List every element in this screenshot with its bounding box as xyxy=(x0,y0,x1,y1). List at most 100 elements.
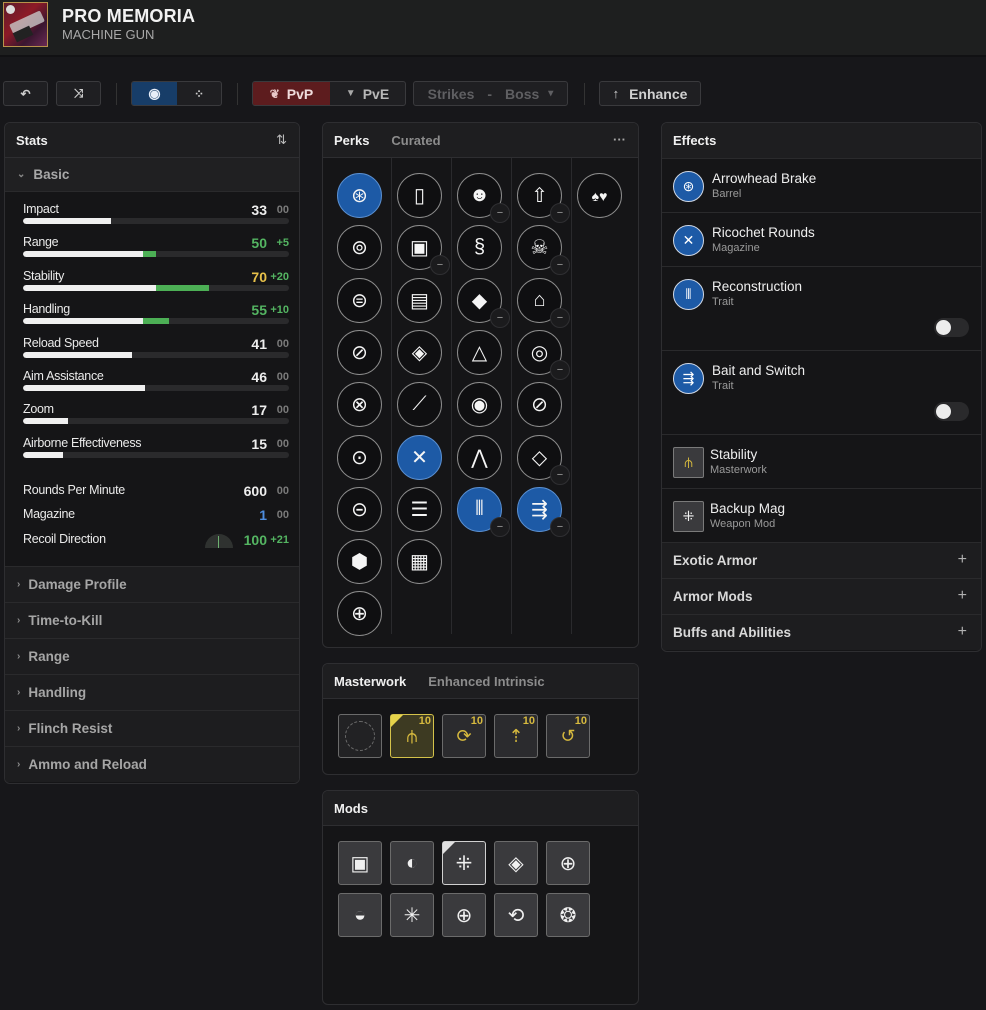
origin-trait-perk[interactable]: ♠♥ xyxy=(577,173,622,218)
view-grid-button[interactable]: ⁘ xyxy=(177,82,221,105)
barrel-perk[interactable]: ⊝ xyxy=(337,486,382,532)
barrel-perk[interactable]: ⊙ xyxy=(337,434,382,480)
mod-option[interactable]: ◒ xyxy=(338,893,382,937)
barrel-perk[interactable]: ⊗ xyxy=(337,382,382,428)
enhance-button[interactable]: ↑ Enhance xyxy=(599,81,701,106)
stat-value: 600 xyxy=(243,483,267,499)
masterwork-level: 10 xyxy=(470,715,483,727)
barrel-perk[interactable]: ⊕ xyxy=(337,591,382,637)
ricochet-rounds-icon: ✕ xyxy=(411,446,428,469)
trait-icon: ☠ xyxy=(530,237,549,260)
plus-icon[interactable]: + xyxy=(958,623,967,641)
arrowhead-brake-perk[interactable]: ⊛ xyxy=(337,173,382,218)
mod-option[interactable]: ⊕ xyxy=(442,893,486,937)
effects-section-buffs-and-abilities[interactable]: Buffs and Abilities + xyxy=(662,614,981,650)
mod-option[interactable]: ▣ xyxy=(338,841,382,885)
section-label: Time-to-Kill xyxy=(28,613,103,628)
trait-perk[interactable]: ◉ xyxy=(457,382,502,428)
plus-icon[interactable]: + xyxy=(958,551,967,569)
trait-perk[interactable]: △ xyxy=(457,329,502,375)
mod-option[interactable]: ◈ xyxy=(494,841,538,885)
mod-option[interactable]: ❂ xyxy=(546,893,590,937)
counterbalance-icon: ◐ xyxy=(405,851,419,874)
tab-enhanced-intrinsic[interactable]: Enhanced Intrinsic xyxy=(428,674,544,689)
stat-row: Magazine 1 00 xyxy=(23,507,289,525)
trait-icon: ⌂ xyxy=(533,288,546,311)
masterwork-option[interactable]: ↺ 10 xyxy=(546,714,590,758)
basic-section-toggle[interactable]: ⌄ Basic xyxy=(5,158,299,192)
perk-grid: ⊛ ⊚ ⊜ ⊘ ⊗ ⊙ ⊝ ⬢ ⊕ ▯ ▣ − ▤ ◈ ⟋ ✕ ☰ ▦ ☻ − § ◆ − △ ◉ ⋀ ⫴ − ⇧ − ☠ − ⌂ − ◎ − ⊘ ◇ − ⇶… xyxy=(323,123,638,647)
undo-button[interactable]: ↶ xyxy=(3,81,48,106)
sort-icon[interactable]: ⇅ xyxy=(276,132,287,148)
mod-option[interactable]: ⊕ xyxy=(546,841,590,885)
effect-row: ⇶ Bait and Switch Trait xyxy=(662,350,981,434)
remove-perk-button[interactable]: − xyxy=(490,307,510,328)
freehand-grip-icon: ◒ xyxy=(353,903,367,926)
activity-target: Boss xyxy=(505,85,540,102)
randomize-button[interactable]: ⤨ xyxy=(56,81,101,106)
remove-perk-button[interactable]: − xyxy=(550,255,570,276)
stat-name: Airborne Effectiveness xyxy=(23,435,142,450)
stat-section-flinch-resist[interactable]: › Flinch Resist xyxy=(5,710,299,746)
stat-name: Handling xyxy=(23,302,70,317)
magazine-perk[interactable]: ▤ xyxy=(397,277,442,323)
trait-perk[interactable]: ⊘ xyxy=(517,382,562,428)
barrel-perk[interactable]: ⊘ xyxy=(337,329,382,375)
masterwork-option[interactable]: ⫛ 10 xyxy=(390,714,434,758)
tab-masterwork[interactable]: Masterwork xyxy=(334,674,406,689)
pve-button[interactable]: ▼ PvE xyxy=(330,82,405,105)
reconstruction-icon: ⫴ xyxy=(673,279,704,310)
view-single-button[interactable]: ◉ xyxy=(132,82,177,105)
magazine-perk[interactable]: ▦ xyxy=(397,539,442,585)
pvp-button[interactable]: ❦ PvP xyxy=(253,82,330,105)
mod-option[interactable]: ✳ xyxy=(390,893,434,937)
remove-perk-button[interactable]: − xyxy=(490,203,510,223)
weapon-header: PRO MEMORIA MACHINE GUN xyxy=(0,0,986,57)
ricochet-rounds-perk[interactable]: ✕ xyxy=(397,434,442,480)
activity-separator: - xyxy=(487,85,493,102)
barrel-perk[interactable]: ⬢ xyxy=(337,539,382,585)
remove-perk-button[interactable]: − xyxy=(490,516,510,537)
masterwork-option[interactable]: ⟳ 10 xyxy=(442,714,486,758)
mod-option[interactable]: ⟲ xyxy=(494,893,538,937)
barrel-perk[interactable]: ⊜ xyxy=(337,277,382,323)
magazine-perk[interactable]: ☰ xyxy=(397,486,442,532)
stats-title: Stats xyxy=(16,132,48,148)
effect-toggle[interactable] xyxy=(934,402,969,421)
effect-glyph: ⊛ xyxy=(682,178,695,194)
mod-option[interactable]: ⁜ xyxy=(442,841,486,885)
magazine-perk[interactable]: ◈ xyxy=(397,329,442,375)
stat-row: Zoom 17 00 xyxy=(23,402,289,426)
remove-perk-button[interactable]: − xyxy=(550,464,570,485)
remove-perk-button[interactable]: − xyxy=(550,203,570,223)
trait-perk[interactable]: ⋀ xyxy=(457,434,502,480)
remove-perk-button[interactable]: − xyxy=(430,255,450,276)
stat-section-damage-profile[interactable]: › Damage Profile xyxy=(5,566,299,602)
stat-section-ammo-and-reload[interactable]: › Ammo and Reload xyxy=(5,746,299,782)
mod-option[interactable]: ◐ xyxy=(390,841,434,885)
stat-section-time-to-kill[interactable]: › Time-to-Kill xyxy=(5,602,299,638)
magazine-perk[interactable]: ⟋ xyxy=(397,382,442,428)
effects-section-exotic-armor[interactable]: Exotic Armor + xyxy=(662,542,981,578)
effects-section-armor-mods[interactable]: Armor Mods + xyxy=(662,578,981,614)
magazine-perk[interactable]: ▯ xyxy=(397,173,442,218)
remove-perk-button[interactable]: − xyxy=(550,516,570,537)
masterwork-option[interactable] xyxy=(338,714,382,758)
masterwork-option[interactable]: ⇡ 10 xyxy=(494,714,538,758)
plus-icon[interactable]: + xyxy=(958,587,967,605)
barrel-perk[interactable]: ⊚ xyxy=(337,225,382,271)
stat-row: Recoil Direction 100 +21 xyxy=(23,532,289,550)
magazine-icon: ▦ xyxy=(410,551,429,574)
trait-icon: ◉ xyxy=(470,394,489,417)
stat-section-range[interactable]: › Range xyxy=(5,638,299,674)
activity-select[interactable]: Strikes - Boss ▾ xyxy=(413,81,568,106)
remove-perk-button[interactable]: − xyxy=(550,359,570,380)
recoil-direction-gauge xyxy=(205,533,233,548)
barrel-icon: ⊗ xyxy=(351,394,368,417)
masterwork-panel: Masterwork Enhanced Intrinsic ⫛ 10 ⟳ 10 ⇡ 10 ↺… xyxy=(322,663,639,775)
stat-value: 55 xyxy=(251,302,267,319)
remove-perk-button[interactable]: − xyxy=(550,307,570,328)
trait-perk[interactable]: § xyxy=(457,225,502,271)
stat-section-handling[interactable]: › Handling xyxy=(5,674,299,710)
effect-toggle[interactable] xyxy=(934,318,969,337)
